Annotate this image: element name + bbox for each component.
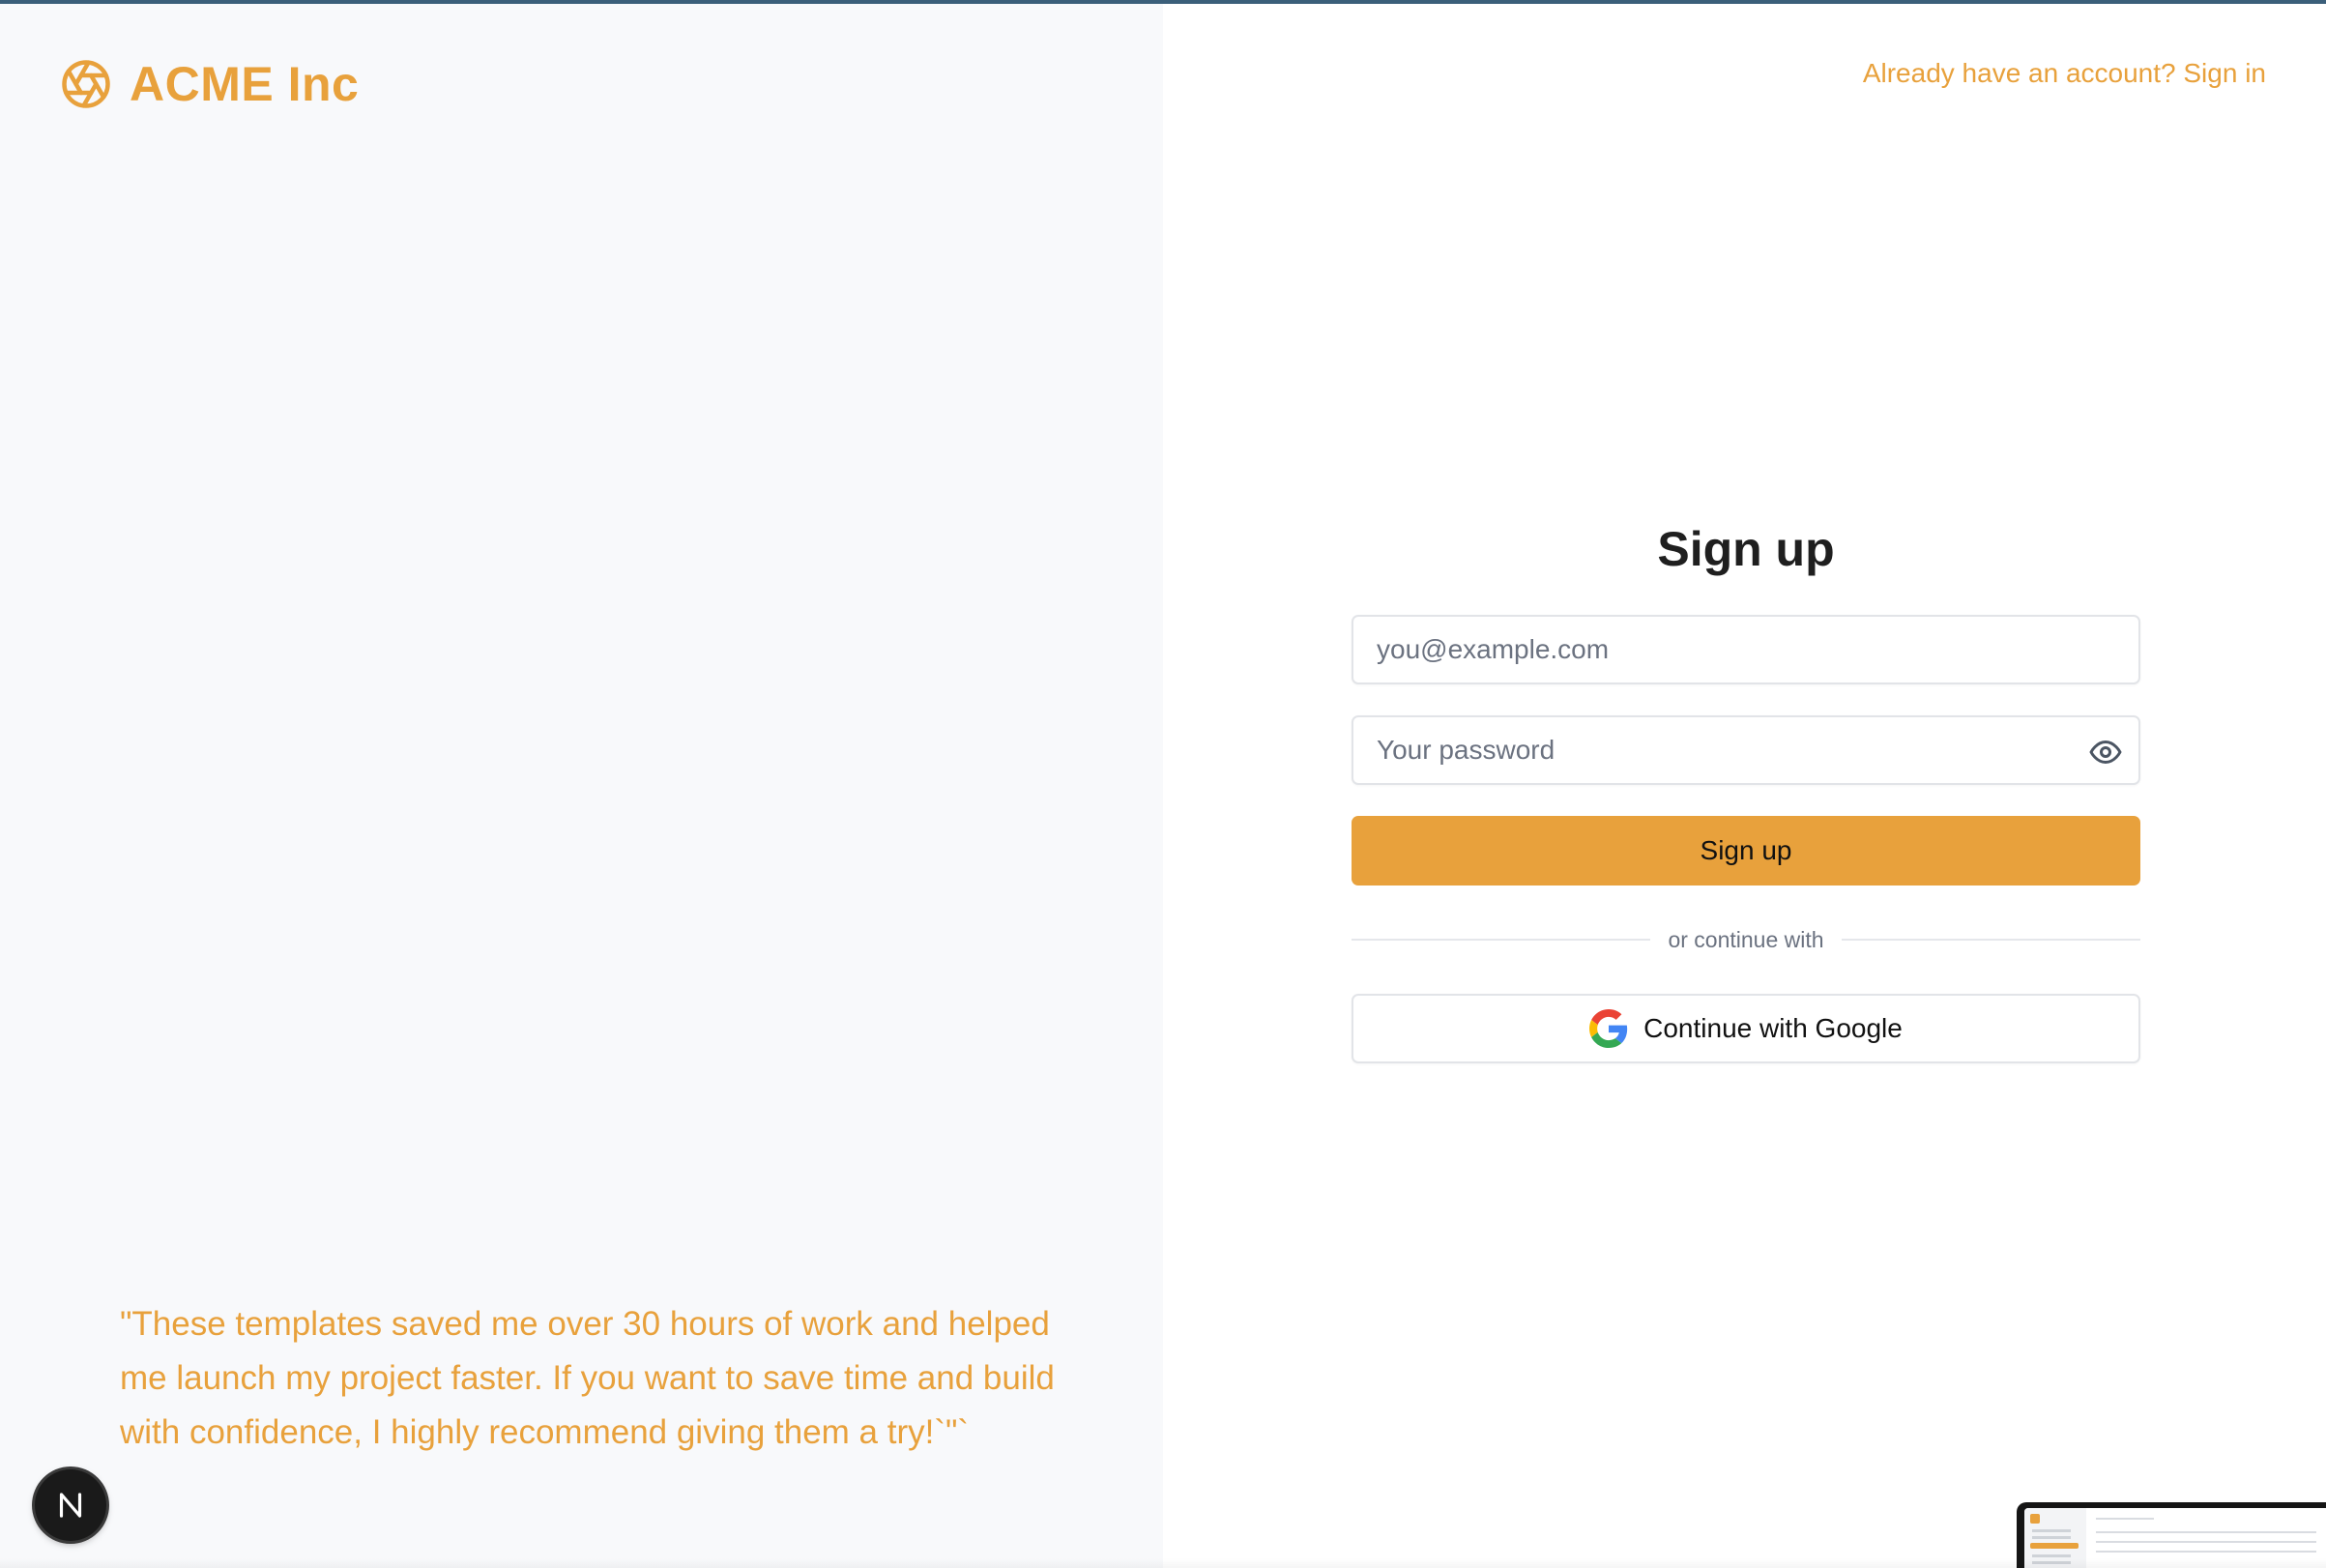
preview-line: [2096, 1518, 2154, 1520]
brand-logo[interactable]: ACME Inc: [60, 56, 359, 112]
divider-line-right: [1841, 939, 2140, 941]
brand-name: ACME Inc: [130, 57, 360, 111]
preview-nav-row: [2032, 1529, 2071, 1532]
preview-nav-active: [2030, 1543, 2079, 1549]
signin-link[interactable]: Already have an account? Sign in: [1863, 58, 2266, 89]
aperture-icon: [62, 60, 110, 108]
eye-icon[interactable]: [2088, 735, 2123, 769]
divider-line-left: [1352, 939, 1651, 941]
signup-form: Sign up Sign up or continue with Continu…: [1352, 518, 2140, 1063]
brand-panel: ACME Inc "These templates saved me over …: [0, 4, 1163, 1568]
nextjs-dev-badge[interactable]: [35, 1469, 106, 1541]
divider: or continue with: [1352, 924, 2140, 955]
preview-nav-row: [2032, 1554, 2071, 1557]
password-input[interactable]: [1353, 717, 2138, 783]
divider-text: or continue with: [1668, 926, 1824, 952]
signup-button[interactable]: Sign up: [1352, 816, 2140, 886]
testimonial-quote: "These templates saved me over 30 hours …: [120, 1305, 1055, 1451]
preview-line: [2096, 1541, 2316, 1543]
preview-line: [2096, 1531, 2316, 1533]
nextjs-icon: [59, 1493, 82, 1518]
bottom-shadow: [0, 1558, 2326, 1568]
password-field-wrapper: [1352, 715, 2140, 785]
page-title: Sign up: [1657, 522, 1835, 576]
preview-line: [2096, 1551, 2316, 1553]
preview-nav-row: [2032, 1536, 2071, 1539]
google-signin-button[interactable]: Continue with Google: [1352, 994, 2140, 1063]
email-field-wrapper: [1352, 615, 2140, 684]
google-button-label: Continue with Google: [1643, 1013, 1903, 1043]
email-input[interactable]: [1353, 617, 2138, 682]
preview-logo: [2030, 1514, 2040, 1524]
google-icon: [1589, 1009, 1628, 1048]
